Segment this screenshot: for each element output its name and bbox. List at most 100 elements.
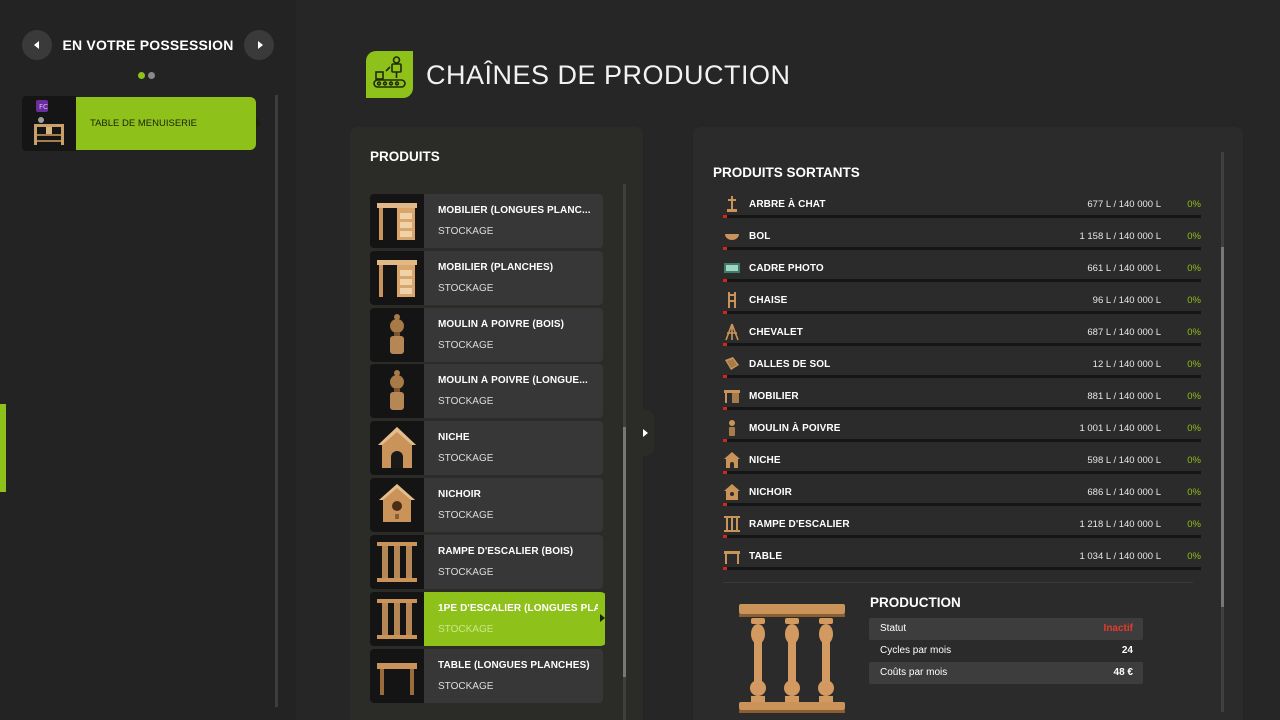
expand-panel-button[interactable] [640,410,654,456]
output-row: DALLES DE SOL 12 L / 140 000 L 0% [723,352,1201,384]
output-amount: 881 L / 140 000 L [1087,391,1161,402]
fill-bar [723,215,1201,218]
sidebar-item-label: TABLE DE MENUISERIE [76,97,256,150]
fill-bar [723,247,1201,250]
chevron-right-icon [256,118,261,128]
output-name: MOULIN À POIVRE [749,423,841,434]
page-dot[interactable] [148,72,155,79]
doghouse-icon [724,452,740,468]
output-row: RAMPE D'ESCALIER 1 218 L / 140 000 L 0% [723,512,1201,544]
item-info: RAMPE D'ESCALIER (BOIS) STOCKAGE [424,535,603,589]
production-title: PRODUCTION [870,595,961,610]
staircase-railing-icon [737,602,847,714]
page-dot-active[interactable] [138,72,145,79]
list-item-selected[interactable]: 1PE D'ESCALIER (LONGUES PLA STOCKAGE [370,592,605,646]
fill-bar-value [723,247,727,250]
item-info: NICHOIR STOCKAGE [424,478,603,532]
output-row: NICHOIR 686 L / 140 000 L 0% [723,480,1201,512]
output-row: CADRE PHOTO 661 L / 140 000 L 0% [723,256,1201,288]
output-name: DALLES DE SOL [749,359,831,370]
list-item[interactable]: MOULIN À POIVRE (LONGUE... STOCKAGE [370,364,603,418]
output-row: NICHE 598 L / 140 000 L 0% [723,448,1201,480]
stat-label: Cycles par mois [880,645,952,656]
fill-bar [723,503,1201,506]
prev-page-button[interactable] [22,30,52,60]
output-amount: 598 L / 140 000 L [1087,455,1161,466]
fill-bar-value [723,343,727,346]
list-item[interactable]: MOBILIER (PLANCHES) STOCKAGE [370,251,603,305]
stat-value: 24 [1121,645,1133,656]
desk-icon [370,251,424,305]
fill-bar-value [723,503,727,506]
output-name: ARBRE À CHAT [749,199,826,210]
birdhouse-icon [370,478,424,532]
easel-icon [725,323,739,341]
output-amount: 661 L / 140 000 L [1087,263,1161,274]
output-row: TABLE 1 034 L / 140 000 L 0% [723,544,1201,576]
output-row: MOULIN À POIVRE 1 001 L / 140 000 L 0% [723,416,1201,448]
railing-icon [724,516,740,532]
sidebar-toggle-tab[interactable] [0,404,6,492]
list-item[interactable]: RAMPE D'ESCALIER (BOIS) STOCKAGE [370,535,603,589]
item-name: NICHE [438,432,470,443]
stat-row-costs: Coûts par mois 48 € [869,662,1143,684]
photo-frame-icon [724,263,740,273]
fill-bar [723,279,1201,282]
fill-bar-value [723,471,727,474]
pepper-mill-icon [370,308,424,362]
item-sub: STOCKAGE [438,226,494,237]
sidebar-scrollbar[interactable] [275,95,278,707]
sidebar-item-table-de-menuiserie[interactable]: FC TABLE DE MENUISERIE [22,96,262,151]
fill-bar [723,535,1201,538]
floor-tiles-icon [725,357,739,370]
output-percent: 0% [1187,263,1201,274]
item-name: 1PE D'ESCALIER (LONGUES PLA [438,603,598,614]
output-scrollbar-thumb[interactable] [1221,247,1224,607]
output-amount: 1 034 L / 140 000 L [1079,551,1161,562]
svg-text:FC: FC [39,103,48,111]
item-info: 1PE D'ESCALIER (LONGUES PLA STOCKAGE [424,592,605,646]
output-title: PRODUITS SORTANTS [713,165,860,180]
stat-row-cycles: Cycles par mois 24 [869,640,1143,662]
stat-label: Statut [880,623,907,634]
item-sub: STOCKAGE [438,510,494,521]
output-row: CHEVALET 687 L / 140 000 L 0% [723,320,1201,352]
workbench-icon: FC [22,96,76,151]
item-info: MOULIN À POIVRE (BOIS) STOCKAGE [424,308,603,362]
output-percent: 0% [1187,327,1201,338]
output-row: ARBRE À CHAT 677 L / 140 000 L 0% [723,192,1201,224]
products-scrollbar-thumb[interactable] [623,427,626,677]
fill-bar-value [723,407,727,410]
fill-bar-value [723,439,727,442]
stat-label: Coûts par mois [880,667,948,678]
list-item[interactable]: NICHE STOCKAGE [370,421,603,475]
list-item[interactable]: TABLE (LONGUES PLANCHES) STOCKAGE [370,649,603,703]
arrow-left-icon [34,41,39,49]
item-name: NICHOIR [438,489,481,500]
fill-bar-value [723,279,727,282]
list-item[interactable]: MOULIN À POIVRE (BOIS) STOCKAGE [370,308,603,362]
page-indicator [138,66,158,84]
item-name: MOBILIER (LONGUES PLANC... [438,205,591,216]
item-sub: STOCKAGE [438,453,494,464]
item-name: TABLE (LONGUES PLANCHES) [438,660,590,671]
output-amount: 1 001 L / 140 000 L [1079,423,1161,434]
list-item[interactable]: NICHOIR STOCKAGE [370,478,603,532]
cat-tree-icon [727,196,737,212]
fill-bar [723,311,1201,314]
output-percent: 0% [1187,199,1201,210]
output-amount: 1 158 L / 140 000 L [1079,231,1161,242]
output-amount: 96 L / 140 000 L [1092,295,1161,306]
fill-bar-value [723,535,728,538]
next-page-button[interactable] [244,30,274,60]
list-item[interactable]: MOBILIER (LONGUES PLANC... STOCKAGE [370,194,603,248]
item-sub: STOCKAGE [438,681,494,692]
status-badge: Inactif [1103,623,1133,634]
item-name: MOBILIER (PLANCHES) [438,262,554,273]
item-sub: STOCKAGE [438,340,494,351]
railing-icon [370,592,424,646]
furniture-icon [724,390,740,403]
output-name: RAMPE D'ESCALIER [749,519,850,530]
production-chain-icon [366,51,413,98]
output-amount: 687 L / 140 000 L [1087,327,1161,338]
